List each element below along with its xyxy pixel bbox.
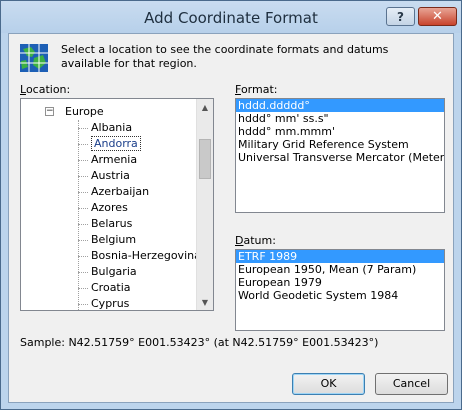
tree-scrollbar[interactable]: ▲ ▼ (196, 99, 213, 310)
tree-connector-line (78, 128, 88, 129)
tree-node[interactable]: Andorra (91, 136, 141, 151)
tree-connector-line (78, 240, 88, 241)
list-item[interactable]: ETRF 1989 (236, 250, 444, 263)
tree-connector-line (78, 176, 88, 177)
tree-node[interactable]: Azores (91, 200, 128, 215)
tree-node[interactable]: Austria (91, 168, 130, 183)
datum-list[interactable]: ETRF 1989 European 1950, Mean (7 Param) Eu… (235, 249, 445, 331)
tree-connector-line (78, 120, 79, 310)
datum-label: Datum: (235, 234, 276, 247)
tree-connector-line (78, 144, 88, 145)
tree-node-label: Croatia (91, 281, 131, 294)
tree-node[interactable]: Belgium (91, 232, 136, 247)
tree-node-label: Azerbaijan (91, 185, 150, 198)
tree-connector-line (78, 160, 88, 161)
tree-node-label: Armenia (91, 153, 138, 166)
list-item[interactable]: European 1950, Mean (7 Param) (236, 263, 444, 276)
scroll-up-arrow-icon[interactable]: ▲ (197, 99, 213, 115)
tree-node-label: Albania (91, 121, 133, 134)
intro-text: Select a location to see the coordinate … (61, 43, 389, 70)
format-label: Format: (235, 83, 278, 96)
tree-connector-line (78, 208, 88, 209)
tree-node-label: Belgium (91, 233, 137, 246)
list-item[interactable]: World Geodetic System 1984 (236, 289, 444, 302)
tree-connector-line (78, 256, 88, 257)
cancel-button[interactable]: Cancel (375, 373, 448, 395)
tree-node-parent[interactable]: − Europe (21, 104, 197, 119)
tree-connector-line (78, 304, 88, 305)
tree-node-label: Bosnia-Herzegovina (91, 249, 201, 262)
title-bar[interactable]: Add Coordinate Format ? ✕ (1, 1, 461, 33)
tree-node[interactable]: Bosnia-Herzegovina (91, 248, 201, 263)
list-item[interactable]: Universal Transverse Mercator (Meters) (236, 151, 444, 164)
list-item[interactable]: hddd.ddddd° (236, 99, 444, 112)
globe-grid-icon (20, 44, 48, 72)
scroll-down-arrow-icon[interactable]: ▼ (197, 294, 213, 310)
list-item[interactable]: Military Grid Reference System (236, 138, 444, 151)
tree-node[interactable]: Croatia (91, 280, 131, 295)
dialog-window: Add Coordinate Format ? ✕ Select a locat… (0, 0, 462, 410)
ok-button[interactable]: OK (292, 373, 365, 395)
tree-node[interactable]: Belarus (91, 216, 132, 231)
sample-text: Sample: N42.51759° E001.53423° (at N42.5… (20, 336, 379, 349)
tree-node-label: Azores (91, 201, 128, 214)
list-item[interactable]: European 1979 (236, 276, 444, 289)
tree-node[interactable]: Albania (91, 120, 132, 135)
tree-connector-line (78, 224, 88, 225)
location-tree[interactable]: − Europe Albania Andorra Armenia Austria Azerb… (20, 98, 214, 311)
list-item[interactable]: hddd° mm' ss.s" (236, 112, 444, 125)
tree-node-label: Europe (65, 105, 104, 118)
tree-node[interactable]: Azerbaijan (91, 184, 149, 199)
tree-node-label: Cyprus (91, 297, 130, 310)
tree-node-label: Andorra (91, 136, 141, 151)
tree-node[interactable]: Armenia (91, 152, 137, 167)
tree-connector-line (78, 288, 88, 289)
help-button[interactable]: ? (386, 7, 415, 26)
tree-node[interactable]: Cyprus (91, 296, 130, 310)
close-button[interactable]: ✕ (418, 7, 457, 26)
tree-connector-line (78, 272, 88, 273)
dialog-client-area: Select a location to see the coordinate … (8, 33, 454, 403)
list-item[interactable]: hddd° mm.mmm' (236, 125, 444, 138)
tree-node-label: Bulgaria (91, 265, 137, 278)
collapse-toggle-icon[interactable]: − (45, 107, 54, 116)
format-list[interactable]: hddd.ddddd° hddd° mm' ss.s" hddd° mm.mmm' M… (235, 98, 445, 213)
tree-connector-line (78, 192, 88, 193)
tree-node-label: Austria (91, 169, 130, 182)
tree-node-label: Belarus (91, 217, 133, 230)
scroll-thumb[interactable] (199, 139, 211, 179)
tree-node[interactable]: Bulgaria (91, 264, 137, 279)
location-label: Location: (20, 83, 71, 96)
